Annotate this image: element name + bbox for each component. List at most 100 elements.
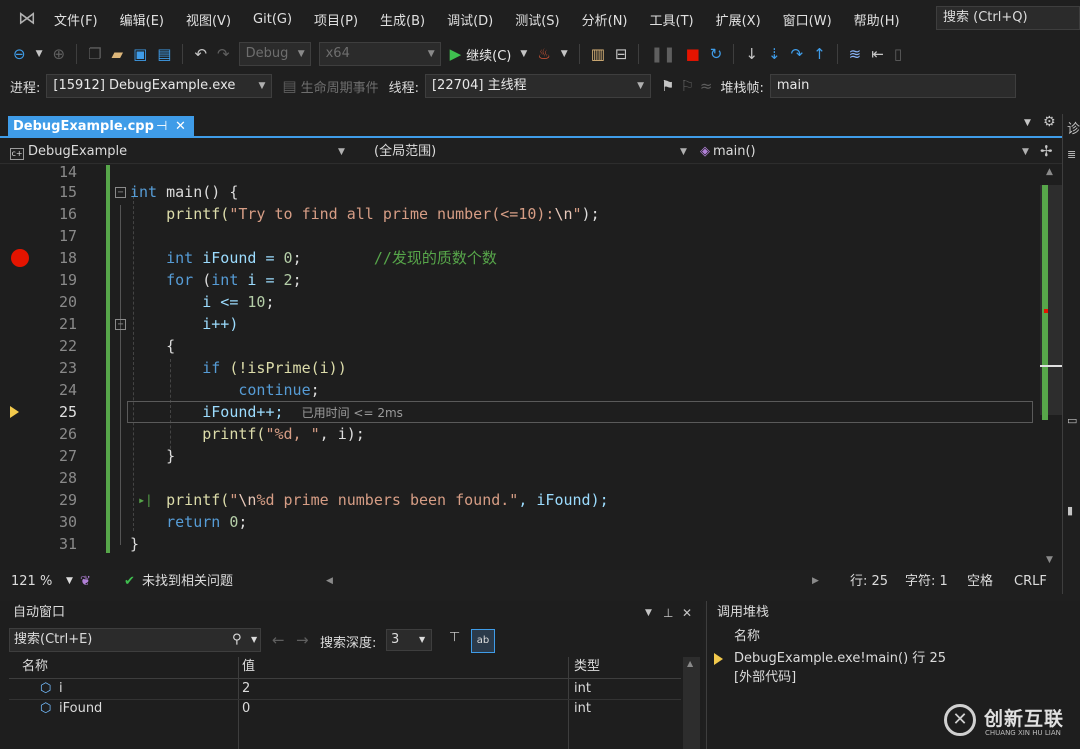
whitespace-indicator[interactable]: 空格 bbox=[967, 570, 993, 593]
breakpoint-icon[interactable] bbox=[11, 249, 29, 267]
menu-analyze[interactable]: 分析(N) bbox=[582, 10, 628, 29]
diagnostic-tools-tab[interactable]: 诊 bbox=[1067, 118, 1080, 137]
hot-reload-icon[interactable]: ♨ bbox=[537, 44, 550, 64]
scroll-down-icon[interactable]: ▼ bbox=[1046, 555, 1053, 565]
call-stack-column-header[interactable]: 名称 bbox=[734, 627, 760, 647]
dropdown-arrow-icon[interactable]: ▼ bbox=[561, 44, 568, 64]
menu-view[interactable]: 视图(V) bbox=[186, 10, 231, 29]
save-all-icon[interactable]: ▤ bbox=[157, 44, 171, 64]
project-select[interactable]: c+ DebugExample ▼ bbox=[10, 142, 348, 162]
hscroll-left-icon[interactable]: ◀ bbox=[326, 570, 333, 593]
menu-edit[interactable]: 编辑(E) bbox=[120, 10, 164, 29]
zoom-level[interactable]: 121 % bbox=[11, 570, 52, 593]
window-menu-icon[interactable]: ▼ bbox=[645, 601, 652, 625]
table-row[interactable]: ⬡ iFound 0 int bbox=[0, 699, 681, 719]
split-view-icon[interactable]: ✢ bbox=[1040, 142, 1053, 160]
show-threads-icon[interactable]: ≈ bbox=[700, 76, 713, 96]
menu-help[interactable]: 帮助(H) bbox=[854, 10, 900, 29]
tab-debugexample-cpp[interactable]: DebugExample.cpp ⊣ ✕ bbox=[8, 116, 194, 138]
chevron-down-icon[interactable]: ▼ bbox=[251, 629, 257, 651]
menu-test[interactable]: 测试(S) bbox=[515, 10, 559, 29]
dropdown-arrow-icon[interactable]: ▼ bbox=[36, 44, 43, 64]
undo-icon[interactable]: ↶ bbox=[194, 44, 207, 64]
collapse-icon[interactable]: − bbox=[115, 187, 126, 198]
stack-frame-select[interactable]: main bbox=[769, 74, 1016, 98]
continue-button[interactable]: 继续(C) bbox=[466, 45, 511, 64]
solution-explorer-icon[interactable]: ▥ bbox=[591, 44, 605, 64]
line-indicator[interactable]: 行: 25 bbox=[850, 570, 888, 593]
column-header-name[interactable]: 名称 bbox=[22, 657, 48, 677]
tool-icon[interactable]: ▭ bbox=[1067, 414, 1077, 427]
visual-studio-logo-icon[interactable]: ⋈ bbox=[14, 9, 40, 29]
back-icon[interactable]: ⊖ bbox=[13, 44, 26, 64]
comment-icon[interactable]: ▯ bbox=[894, 44, 902, 64]
variable-value[interactable]: 0 bbox=[242, 699, 250, 719]
step-into-icon[interactable]: ⇣ bbox=[768, 44, 781, 64]
autos-scrollbar[interactable]: ▲ bbox=[683, 657, 700, 749]
settings-gear-icon[interactable]: ⚙ bbox=[1043, 114, 1056, 130]
forward-icon[interactable]: ⊕ bbox=[53, 44, 66, 64]
open-folder-icon[interactable]: ▰ bbox=[112, 44, 124, 64]
global-search-box[interactable]: 搜索 (Ctrl+Q) bbox=[936, 6, 1080, 30]
search-next-icon[interactable]: → bbox=[296, 631, 309, 649]
save-icon[interactable]: ▣ bbox=[133, 44, 147, 64]
code-editor[interactable]: 14 15− int main() { 16 printf("Try to fin… bbox=[0, 165, 1040, 570]
pin-icon[interactable]: ⊥ bbox=[663, 601, 673, 625]
menu-git[interactable]: Git(G) bbox=[253, 12, 292, 27]
zoom-dropdown-icon[interactable]: ▼ bbox=[66, 570, 73, 593]
dropdown-arrow-icon[interactable]: ▼ bbox=[520, 44, 527, 64]
break-all-icon[interactable]: ❚❚ bbox=[650, 44, 675, 64]
flag-threads-icon[interactable]: ⚐ bbox=[680, 76, 693, 96]
new-project-icon[interactable]: ❐ bbox=[88, 44, 101, 64]
scope-select[interactable]: (全局范围) ▼ bbox=[374, 142, 690, 162]
column-indicator[interactable]: 字符: 1 bbox=[905, 570, 948, 593]
menu-extensions[interactable]: 扩展(X) bbox=[716, 10, 761, 29]
copilot-icon[interactable]: ❦ bbox=[80, 570, 91, 593]
scroll-up-icon[interactable]: ▲ bbox=[1046, 167, 1053, 177]
variable-value[interactable]: 2 bbox=[242, 679, 250, 699]
table-row[interactable]: ⬡ i 2 int bbox=[0, 679, 681, 699]
member-select[interactable]: ◈ main() ▼ bbox=[700, 142, 1032, 162]
tool-icon[interactable]: ≣ bbox=[1067, 148, 1076, 161]
indent-icon[interactable]: ⇤ bbox=[871, 44, 884, 64]
search-icon[interactable]: ⚲ bbox=[232, 629, 242, 651]
lifecycle-events-button[interactable]: 生命周期事件 bbox=[301, 77, 379, 96]
continue-play-icon[interactable]: ▶ bbox=[450, 44, 462, 64]
pin-icon[interactable]: ⊣ bbox=[156, 116, 167, 138]
thread-select[interactable]: [22704] 主线程 ▼ bbox=[424, 74, 651, 98]
current-instruction-arrow-icon[interactable] bbox=[10, 406, 19, 418]
column-header-value[interactable]: 值 bbox=[242, 657, 255, 677]
layout-icon[interactable]: ⊟ bbox=[615, 44, 628, 64]
tab-list-dropdown-icon[interactable]: ▼ bbox=[1024, 118, 1031, 128]
lifecycle-events-icon[interactable]: ▤ bbox=[282, 76, 296, 96]
autos-search-input[interactable]: 搜索(Ctrl+E) ⚲ ▼ bbox=[9, 628, 261, 652]
close-icon[interactable]: ✕ bbox=[175, 116, 186, 138]
redo-icon[interactable]: ↷ bbox=[217, 44, 230, 64]
menu-file[interactable]: 文件(F) bbox=[54, 10, 98, 29]
flag-icon[interactable]: ⚑ bbox=[661, 76, 674, 96]
line-ending-indicator[interactable]: CRLF bbox=[1014, 570, 1047, 593]
close-icon[interactable]: ✕ bbox=[682, 601, 692, 625]
menu-build[interactable]: 生成(B) bbox=[380, 10, 425, 29]
menu-debug[interactable]: 调试(D) bbox=[447, 10, 493, 29]
tool-icon[interactable]: ▮ bbox=[1067, 504, 1073, 517]
process-select[interactable]: [15912] DebugExample.exe ▼ bbox=[46, 74, 273, 98]
restart-icon[interactable]: ↻ bbox=[710, 44, 723, 64]
step-over-icon[interactable]: ↷ bbox=[791, 44, 804, 64]
hex-view-icon[interactable]: ab bbox=[471, 629, 495, 653]
search-previous-icon[interactable]: ← bbox=[272, 631, 285, 649]
menu-window[interactable]: 窗口(W) bbox=[783, 10, 832, 29]
menu-project[interactable]: 项目(P) bbox=[314, 10, 358, 29]
menu-tools[interactable]: 工具(T) bbox=[650, 10, 694, 29]
call-stack-frame[interactable]: DebugExample.exe!main() 行 25 bbox=[734, 649, 946, 669]
platform-select[interactable]: x64 ▼ bbox=[318, 42, 441, 66]
stop-debugging-icon[interactable]: ■ bbox=[686, 44, 700, 64]
editor-vertical-scrollbar[interactable]: ▲ ▼ bbox=[1040, 165, 1062, 570]
diagnostics-icon[interactable]: ≋ bbox=[849, 44, 862, 64]
pin-results-icon[interactable]: ⊤ bbox=[449, 630, 460, 645]
collapse-icon[interactable]: − bbox=[115, 319, 126, 330]
call-stack-frame[interactable]: [外部代码] bbox=[734, 668, 796, 688]
column-header-type[interactable]: 类型 bbox=[574, 657, 600, 677]
search-depth-select[interactable]: 3 ▼ bbox=[386, 629, 432, 651]
scroll-up-icon[interactable]: ▲ bbox=[687, 659, 693, 668]
